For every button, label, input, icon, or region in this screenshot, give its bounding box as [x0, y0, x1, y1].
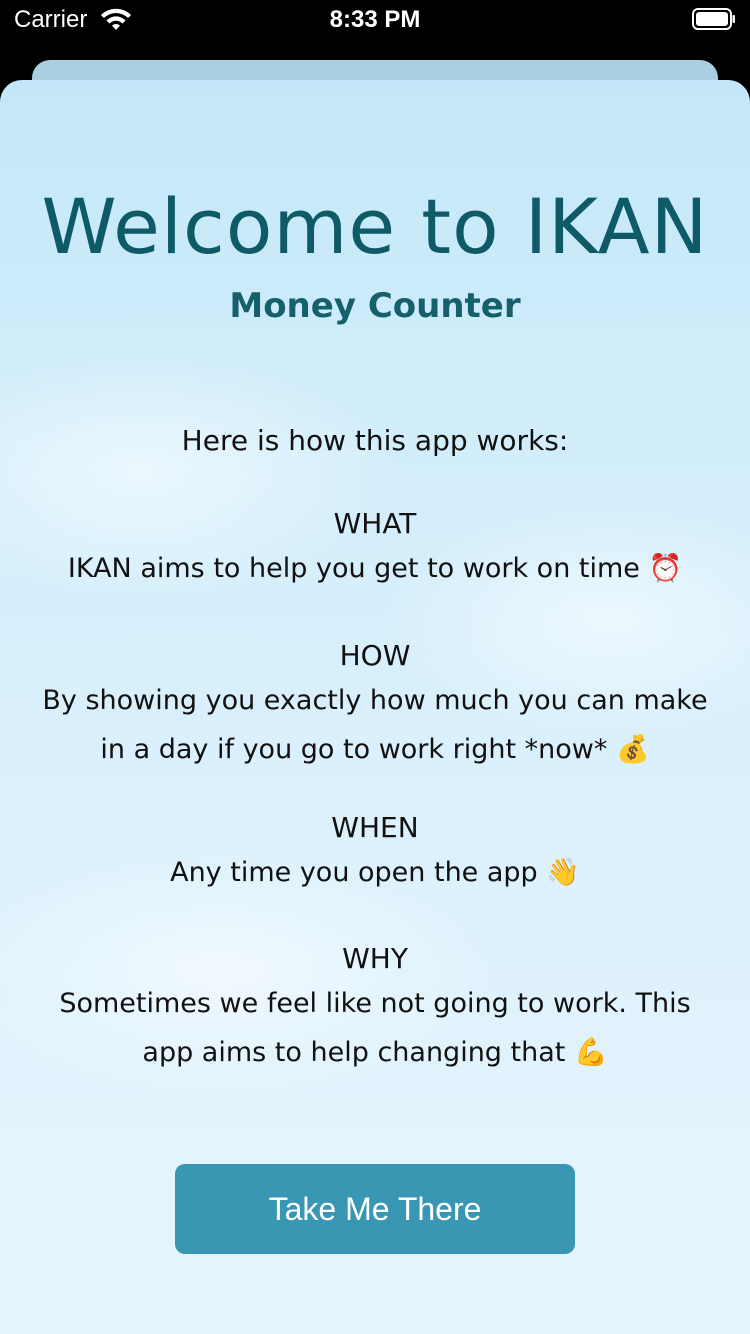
status-bar: Carrier 8:33 PM: [0, 0, 750, 60]
page-subtitle: Money Counter: [229, 286, 521, 326]
intro-text: Here is how this app works:: [181, 424, 569, 457]
section-heading: HOW: [339, 639, 411, 672]
battery-icon: [692, 8, 735, 30]
status-time: 8:33 PM: [329, 6, 421, 33]
take-me-there-button[interactable]: Take Me There: [175, 1164, 575, 1254]
section-heading: WHAT: [333, 507, 417, 540]
section-how: HOW By showing you exactly how much you …: [40, 636, 710, 774]
welcome-sheet: Welcome to IKAN Money Counter Here is ho…: [0, 80, 750, 1334]
section-body: Sometimes we feel like not going to work…: [59, 988, 691, 1068]
section-body: IKAN aims to help you get to work on tim…: [67, 553, 683, 584]
section-heading: WHY: [342, 942, 408, 975]
section-why: WHY Sometimes we feel like not going to …: [40, 939, 710, 1077]
section-what: WHAT IKAN aims to help you get to work o…: [40, 504, 710, 593]
section-when: WHEN Any time you open the app 👋: [40, 808, 710, 897]
section-heading: WHEN: [331, 811, 419, 844]
page-title: Welcome to IKAN: [41, 182, 709, 271]
section-body: Any time you open the app 👋: [170, 857, 580, 888]
section-body: By showing you exactly how much you can …: [42, 685, 708, 765]
